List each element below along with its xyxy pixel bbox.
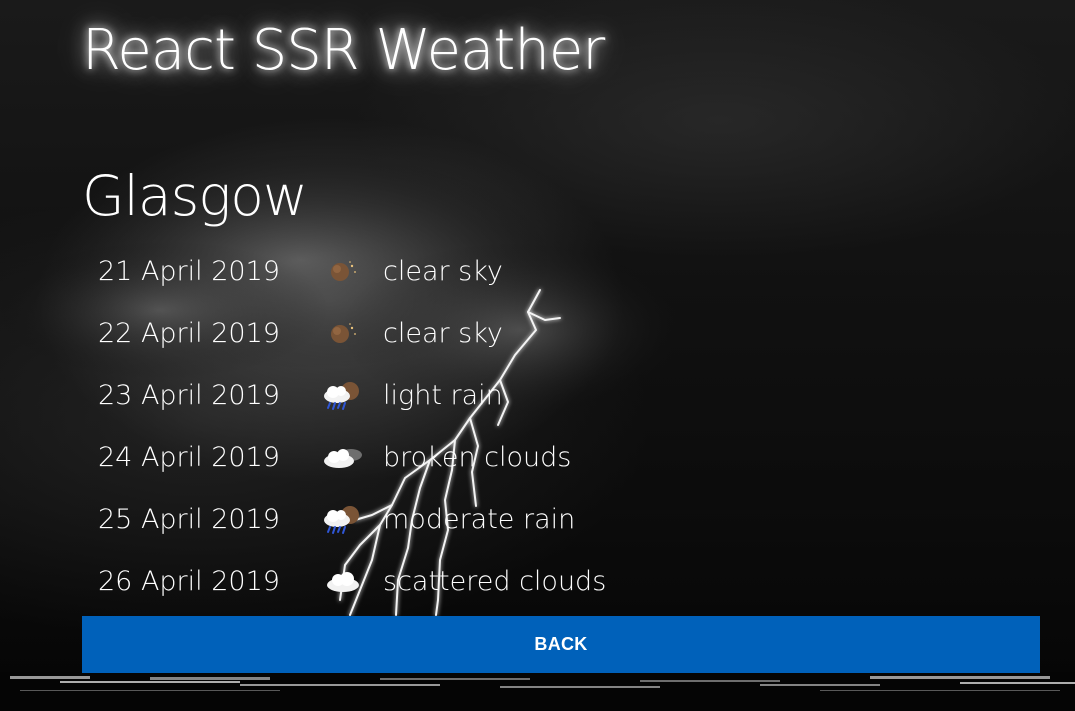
forecast-row: 26 April 2019 scattered clouds — [98, 550, 698, 612]
forecast-description: light rain — [383, 379, 503, 411]
forecast-row: 22 April 2019 clear sky — [98, 302, 698, 364]
clear-sky-night-icon — [303, 251, 383, 291]
app-title: React SSR Weather — [82, 18, 605, 83]
forecast-date: 23 April 2019 — [98, 379, 280, 411]
back-button[interactable]: BACK — [82, 616, 1040, 673]
forecast-list: 21 April 2019 clear sky 22 April 2019 cl… — [98, 240, 698, 612]
clear-sky-night-icon — [303, 313, 383, 353]
weather-page: React SSR Weather Glasgow 21 April 2019 … — [0, 0, 1075, 711]
forecast-date: 26 April 2019 — [98, 565, 280, 597]
scattered-clouds-icon — [303, 561, 383, 601]
rain-night-icon — [303, 499, 383, 539]
forecast-row: 23 April 2019 light rain — [98, 364, 698, 426]
forecast-date: 25 April 2019 — [98, 503, 280, 535]
forecast-description: scattered clouds — [383, 565, 607, 597]
city-name: Glasgow — [82, 164, 308, 228]
forecast-row: 25 April 2019 moderate rain — [98, 488, 698, 550]
broken-clouds-night-icon — [303, 437, 383, 477]
forecast-description: moderate rain — [383, 503, 576, 535]
city-lights — [0, 672, 1075, 711]
forecast-description: clear sky — [383, 317, 503, 349]
forecast-description: clear sky — [383, 255, 503, 287]
forecast-row: 24 April 2019 broken clouds — [98, 426, 698, 488]
forecast-date: 21 April 2019 — [98, 255, 280, 287]
rain-night-icon — [303, 375, 383, 415]
forecast-date: 22 April 2019 — [98, 317, 280, 349]
forecast-row: 21 April 2019 clear sky — [98, 240, 698, 302]
forecast-description: broken clouds — [383, 441, 572, 473]
forecast-date: 24 April 2019 — [98, 441, 280, 473]
